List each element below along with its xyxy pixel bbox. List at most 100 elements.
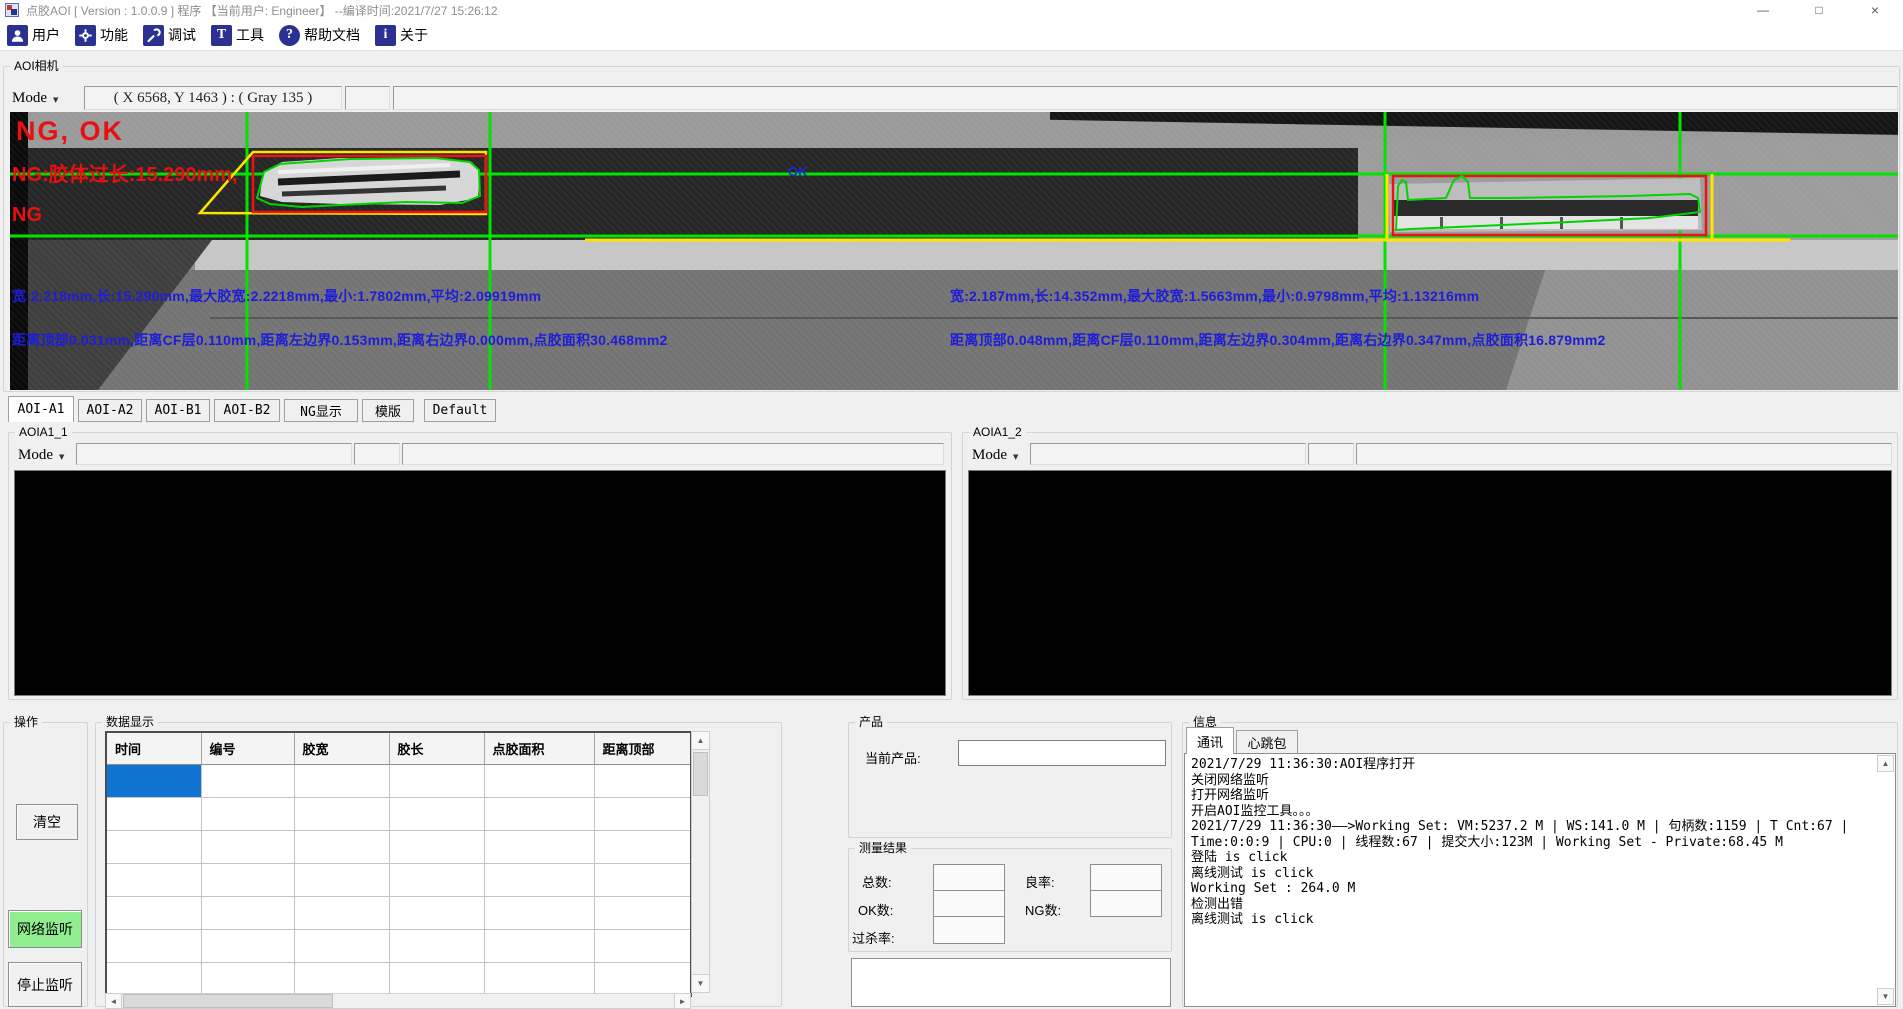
log-line: 登陆 is click xyxy=(1191,850,1889,866)
log-line: Working Set : 264.0 M xyxy=(1191,881,1889,897)
selected-cell[interactable] xyxy=(106,765,201,798)
tab-heartbeat[interactable]: 心跳包 xyxy=(1236,730,1298,754)
log-line: Time:0:0:9 | CPU:0 | 线程数:67 | 提交大小:123M … xyxy=(1191,835,1889,851)
panel2-infobox-1 xyxy=(1030,443,1306,465)
log-line: 检测出错 xyxy=(1191,897,1889,913)
chevron-down-icon xyxy=(59,447,64,464)
product-group-label: 产品 xyxy=(855,715,887,730)
app-icon xyxy=(5,3,19,17)
result-text: NG, OK xyxy=(16,116,124,147)
camera-image[interactable]: NG, OK NG:胶体过长:15.290mm, NG OK 宽:2.218mm… xyxy=(10,112,1898,390)
camera-mode-dropdown[interactable]: Mode xyxy=(12,86,58,110)
help-icon: ? xyxy=(279,25,300,46)
total-value-box xyxy=(933,864,1005,891)
ng-count-label: NG数: xyxy=(1025,900,1061,919)
col-header-distance-top[interactable]: 距离顶部 xyxy=(594,732,691,765)
stop-listen-button[interactable]: 停止监听 xyxy=(8,962,82,1007)
panel-aoia1-2-label: AOIA1_2 xyxy=(969,425,1026,440)
col-header-time[interactable]: 时间 xyxy=(106,732,201,765)
toolbar-about-label: 关于 xyxy=(400,25,428,45)
right-measure-line1: 宽:2.187mm,长:14.352mm,最大胶宽:1.5663mm,最小:0.… xyxy=(950,286,1479,306)
tab-template[interactable]: 模版 xyxy=(362,399,414,422)
camera-statusbox-2 xyxy=(393,86,1898,110)
yield-value-box xyxy=(1090,864,1162,891)
log-line: 离线测试 is click xyxy=(1191,912,1889,928)
window-title: 点胶AOI [ Version : 1.0.0.9 ] 程序 【当前用户: En… xyxy=(26,2,498,19)
col-header-glue-area[interactable]: 点胶面积 xyxy=(484,732,594,765)
tab-aoi-a1[interactable]: AOI-A1 xyxy=(8,396,74,422)
toolbar-user[interactable]: 用户 xyxy=(7,25,60,46)
ok-count-label: OK数: xyxy=(858,900,893,919)
panel2-mode-dropdown[interactable]: Mode xyxy=(972,443,1018,467)
tab-default[interactable]: Default xyxy=(424,399,496,422)
panel2-image-canvas[interactable] xyxy=(968,470,1892,696)
total-label: 总数: xyxy=(862,872,892,891)
toolbar-help[interactable]: ? 帮助文档 xyxy=(279,25,360,46)
camera-coordinates: ( X 6568, Y 1463 ) : ( Gray 135 ) xyxy=(84,86,342,110)
scroll-left-icon[interactable] xyxy=(105,993,122,1009)
log-scroll-down-icon[interactable] xyxy=(1877,988,1894,1005)
clear-button[interactable]: 清空 xyxy=(16,804,78,840)
toolbar-debug[interactable]: 调试 xyxy=(143,25,196,46)
right-measure-line2: 距离顶部0.048mm,距离CF层0.110mm,距离左边界0.304mm,距离… xyxy=(950,330,1605,350)
ng-reason-text: NG:胶体过长:15.290mm, xyxy=(12,158,238,187)
toolbar-functions[interactable]: 功能 xyxy=(75,25,128,46)
table-hscroll-thumb[interactable] xyxy=(123,994,333,1008)
scroll-right-icon[interactable] xyxy=(674,993,691,1009)
table-vscroll-thumb[interactable] xyxy=(693,752,708,796)
scroll-down-icon[interactable] xyxy=(691,974,710,993)
log-line: 2021/7/29 11:36:30——>Working Set: VM:523… xyxy=(1191,819,1889,835)
scroll-up-icon[interactable] xyxy=(691,731,710,750)
panel1-infobox-1 xyxy=(76,443,352,465)
toolbar-about[interactable]: i 关于 xyxy=(375,25,428,46)
panel1-infobox-2 xyxy=(354,443,400,465)
left-measure-line2: 距离顶部0.031mm,距离CF层0.110mm,距离左边界0.153mm,距离… xyxy=(12,330,667,350)
ok-label-text: OK xyxy=(788,164,808,179)
log-scroll-up-icon[interactable] xyxy=(1877,755,1894,772)
log-line: 开启AOI监控工具。。。 xyxy=(1191,804,1889,820)
about-icon: i xyxy=(375,25,396,46)
toolbar-tools[interactable]: T 工具 xyxy=(211,25,264,46)
panel-aoia1-1-label: AOIA1_1 xyxy=(15,425,72,440)
maximize-icon[interactable]: □ xyxy=(1791,0,1847,20)
close-icon[interactable]: × xyxy=(1847,0,1903,20)
table-row xyxy=(106,930,691,963)
ok-count-value-box xyxy=(933,890,1005,917)
panel1-image-canvas[interactable] xyxy=(14,470,946,696)
app-window: 点胶AOI [ Version : 1.0.0.9 ] 程序 【当前用户: En… xyxy=(0,0,1903,1009)
main-toolbar: 用户 功能 调试 T 工具 ? 帮助文档 i 关于 xyxy=(0,20,1903,51)
col-header-glue-width[interactable]: 胶宽 xyxy=(294,732,389,765)
current-product-input[interactable] xyxy=(958,740,1166,766)
data-display-group-label: 数据显示 xyxy=(102,715,158,730)
current-product-label: 当前产品: xyxy=(865,748,921,767)
network-listen-button[interactable]: 网络监听 xyxy=(8,910,82,948)
panel2-infobox-2 xyxy=(1308,443,1354,465)
tab-ng-display[interactable]: NG显示 xyxy=(284,399,358,422)
toolbar-tools-label: 工具 xyxy=(236,25,264,45)
panel1-mode-dropdown[interactable]: Mode xyxy=(18,443,64,467)
results-group-label: 测量结果 xyxy=(855,841,911,856)
table-row xyxy=(106,897,691,930)
toolbar-user-label: 用户 xyxy=(32,25,60,45)
table-row xyxy=(106,831,691,864)
minimize-icon[interactable]: — xyxy=(1735,0,1791,20)
log-line: 2021/7/29 11:36:30:AOI程序打开 xyxy=(1191,757,1889,773)
col-header-glue-length[interactable]: 胶长 xyxy=(389,732,484,765)
tab-aoi-a2[interactable]: AOI-A2 xyxy=(78,399,142,422)
comm-log[interactable]: 2021/7/29 11:36:30:AOI程序打开 关闭网络监听 打开网络监听… xyxy=(1184,753,1896,1007)
yield-label: 良率: xyxy=(1025,872,1055,891)
overkill-value-box xyxy=(933,916,1005,944)
tab-aoi-b1[interactable]: AOI-B1 xyxy=(146,399,210,422)
gear-icon xyxy=(75,25,96,46)
col-header-id[interactable]: 编号 xyxy=(201,732,294,765)
overkill-label: 过杀率: xyxy=(852,928,895,947)
left-measure-line1: 宽:2.218mm,长:15.290mm,最大胶宽:2.2218mm,最小:1.… xyxy=(12,286,541,306)
camera-statusbox-1 xyxy=(345,86,390,110)
wrench-icon xyxy=(143,25,164,46)
log-line: 打开网络监听 xyxy=(1191,788,1889,804)
tab-aoi-b2[interactable]: AOI-B2 xyxy=(214,399,280,422)
tab-comm[interactable]: 通讯 xyxy=(1186,727,1234,754)
toolbar-functions-label: 功能 xyxy=(100,25,128,45)
table-row xyxy=(106,765,691,798)
window-controls: — □ × xyxy=(1735,0,1903,20)
